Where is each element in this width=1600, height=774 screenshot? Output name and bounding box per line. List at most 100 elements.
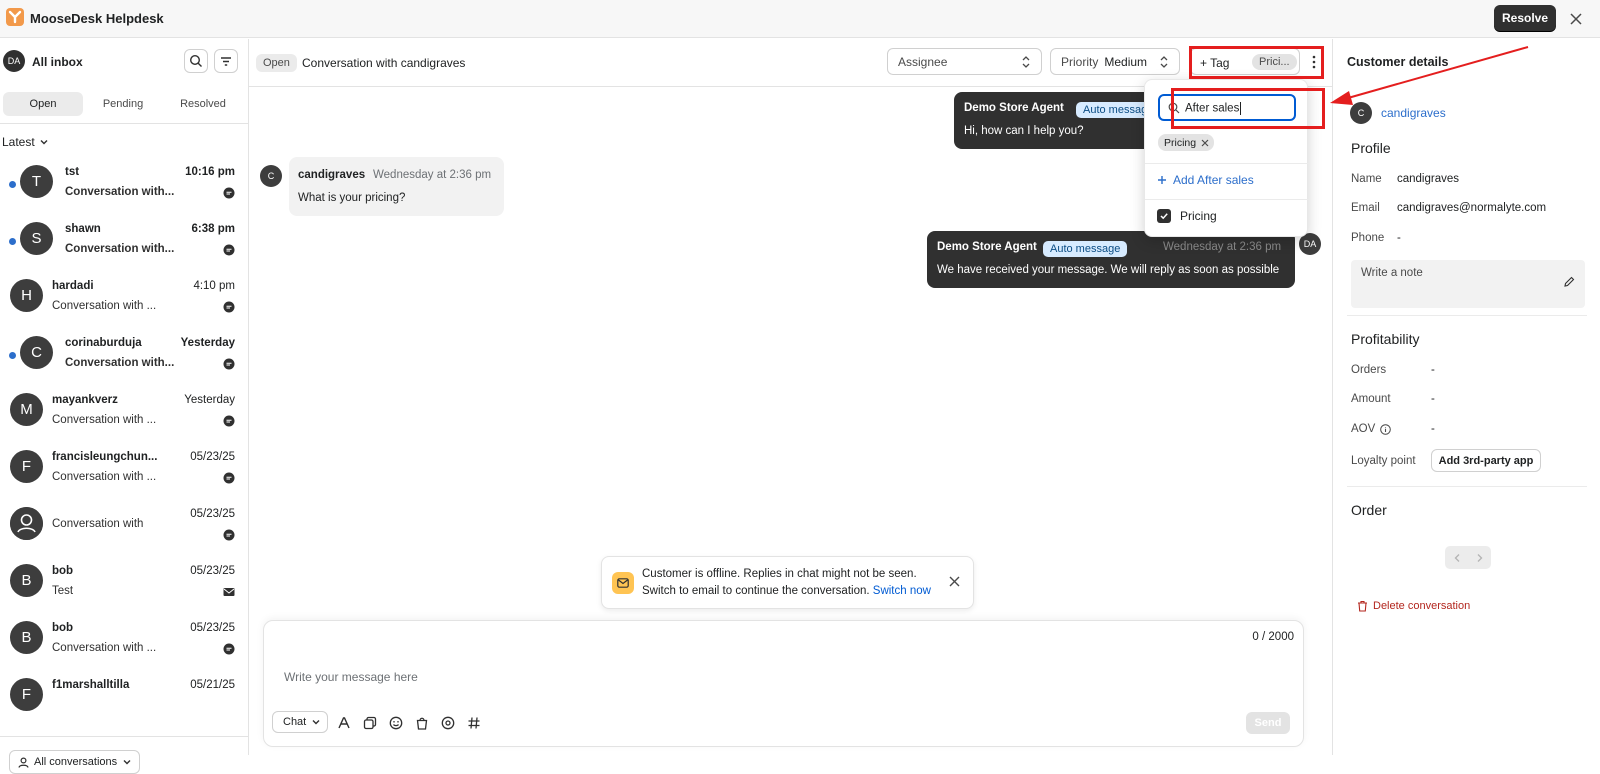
conversation-preview: Conversation with ... <box>52 300 157 312</box>
divider <box>1347 315 1587 316</box>
conversation-time: Yesterday <box>184 394 235 406</box>
trash-icon <box>1358 600 1367 612</box>
send-button[interactable]: Send <box>1246 712 1290 734</box>
checkbox-checked-icon[interactable] <box>1157 209 1171 223</box>
character-counter: 0 / 2000 <box>1252 631 1294 643</box>
divider <box>1347 486 1587 487</box>
tag-chip[interactable]: Prici... <box>1252 54 1297 70</box>
field-value: - <box>1431 423 1435 435</box>
tab-resolved[interactable]: Resolved <box>163 92 243 116</box>
conversation-name: francisleungchun... <box>52 451 158 463</box>
settings-gear-icon[interactable] <box>441 716 455 730</box>
message-input[interactable]: Write your message here <box>284 670 418 684</box>
anonymous-user-icon <box>10 507 43 540</box>
avatar: B <box>10 621 43 654</box>
remove-tag-icon[interactable] <box>1201 139 1209 147</box>
tag-search-input[interactable]: After sales <box>1158 94 1296 121</box>
list-item[interactable]: B bob 05/23/25 Conversation with ... <box>0 611 249 668</box>
close-icon[interactable] <box>949 576 960 587</box>
list-item[interactable]: C corinaburduja Yesterday Conversation w… <box>0 326 249 383</box>
shopify-bag-icon[interactable] <box>415 716 429 730</box>
avatar: H <box>10 279 43 312</box>
priority-select[interactable]: Priority Medium <box>1050 48 1180 75</box>
delete-conversation-button[interactable]: Delete conversation <box>1357 600 1470 612</box>
tab-pending[interactable]: Pending <box>83 92 163 116</box>
next-page-button[interactable] <box>1468 546 1491 569</box>
list-item[interactable]: H hardadi 4:10 pm Conversation with ... <box>0 269 249 326</box>
note-field[interactable]: Write a note <box>1351 260 1585 308</box>
customer-link[interactable]: candigraves <box>1381 106 1446 120</box>
avatar: B <box>10 564 43 597</box>
sort-label: Latest <box>2 135 35 149</box>
aov-label-row: AOV <box>1351 423 1392 435</box>
divider <box>1145 163 1309 164</box>
chevron-down-icon <box>40 140 48 145</box>
text-format-icon[interactable] <box>337 716 351 730</box>
note-placeholder: Write a note <box>1361 267 1423 279</box>
divider <box>1145 199 1309 200</box>
list-item[interactable]: Conversation with 05/23/25 <box>0 497 249 554</box>
resolve-button[interactable]: Resolve <box>1494 5 1556 31</box>
hashtag-icon[interactable] <box>467 716 481 730</box>
switch-now-link[interactable]: Switch now <box>873 585 931 597</box>
tag-option[interactable]: Pricing <box>1157 209 1217 223</box>
select-arrows-icon <box>1160 56 1168 68</box>
banner-text: Customer is offline. Replies in chat mig… <box>642 568 917 580</box>
conversation-preview: Conversation with... <box>65 243 175 255</box>
field-value: - <box>1431 364 1435 376</box>
tag-field[interactable]: + Tag Prici... <box>1190 48 1300 75</box>
status-badge: Open <box>256 54 297 72</box>
chat-icon <box>223 529 235 541</box>
conversation-time: 05/21/25 <box>190 679 235 691</box>
conversation-name: bob <box>52 622 74 634</box>
conversation-name: mayankverz <box>52 394 118 406</box>
conversation-preview: Conversation with... <box>65 186 175 198</box>
conversation-preview: Conversation with ... <box>52 414 157 426</box>
field-label: AOV <box>1351 423 1376 435</box>
list-item[interactable]: S shawn 6:38 pm Conversation with... <box>0 212 249 269</box>
divider <box>0 123 249 124</box>
add-app-button[interactable]: Add 3rd-party app <box>1431 449 1541 472</box>
list-item[interactable]: B bob 05/23/25 Test <box>0 554 249 611</box>
conversation-name: hardadi <box>52 280 94 292</box>
sort-dropdown[interactable]: Latest <box>2 135 49 149</box>
inbox-title[interactable]: All inbox <box>32 55 83 69</box>
chat-icon <box>223 358 235 370</box>
assignee-select[interactable]: Assignee <box>887 48 1042 75</box>
conversation-name: f1marshalltilla <box>52 679 130 691</box>
avatar: S <box>20 222 53 255</box>
agent-message: Demo Store Agent Auto message Wednesday … <box>927 231 1295 288</box>
mail-icon <box>612 572 634 594</box>
avatar: C <box>20 336 53 369</box>
chat-icon <box>223 643 235 655</box>
filter-icon <box>221 57 231 66</box>
chevron-down-icon <box>123 760 131 765</box>
info-icon[interactable] <box>1380 423 1392 435</box>
list-item[interactable]: F francisleungchun... 05/23/25 Conversat… <box>0 440 249 497</box>
list-item[interactable]: T tst 10:16 pm Conversation with... <box>0 155 249 212</box>
prev-page-button[interactable] <box>1445 546 1468 569</box>
chat-icon <box>223 301 235 313</box>
list-item[interactable]: M mayankverz Yesterday Conversation with… <box>0 383 249 440</box>
close-icon[interactable] <box>1566 9 1586 29</box>
conversation-sidebar: DA All inbox Open Pending Resolved Lates… <box>0 39 249 774</box>
add-tag-label: Add After sales <box>1173 173 1254 187</box>
divider <box>0 736 249 737</box>
more-options-icon[interactable] <box>1308 53 1320 71</box>
add-tag-button[interactable]: + Tag <box>1200 56 1229 70</box>
selected-tag-chip: Pricing <box>1158 134 1215 151</box>
tab-open[interactable]: Open <box>3 92 83 116</box>
edit-pencil-icon[interactable] <box>1563 276 1575 288</box>
add-tag-option[interactable]: Add After sales <box>1157 173 1254 187</box>
channel-select[interactable]: Chat <box>272 711 328 733</box>
tag-dropdown: After sales Pricing Add After sales Pric… <box>1144 79 1309 237</box>
saved-replies-icon[interactable] <box>363 716 377 730</box>
search-button[interactable] <box>184 49 208 73</box>
unread-dot <box>9 238 16 245</box>
all-conversations-dropdown[interactable]: All conversations <box>9 750 140 774</box>
emoji-icon[interactable] <box>389 716 403 730</box>
offline-banner: Customer is offline. Replies in chat mig… <box>601 556 974 609</box>
chat-icon <box>223 472 235 484</box>
filter-button[interactable] <box>214 49 238 73</box>
list-item[interactable]: F f1marshalltilla 05/21/25 <box>0 668 249 725</box>
